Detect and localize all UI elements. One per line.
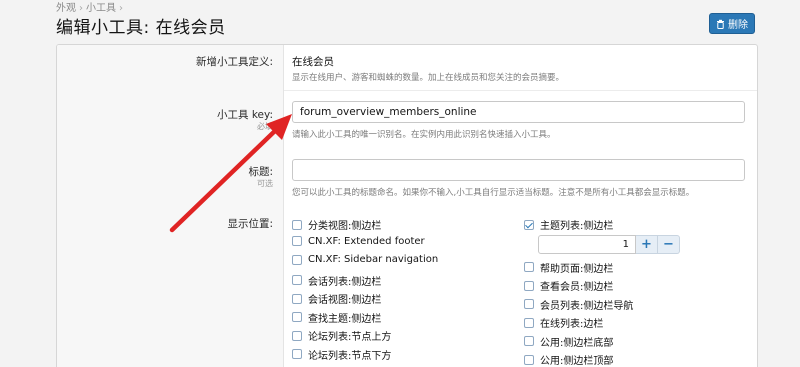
position-option[interactable]: 会话列表:侧边栏 [292, 273, 381, 288]
delete-button-label: 删除 [728, 20, 748, 31]
position-checkbox[interactable] [292, 312, 302, 322]
position-checkbox[interactable] [524, 354, 534, 365]
widget-key-description: 请输入此小工具的唯一识别名。在实例内用此识别名快速插入小工具。 [292, 130, 556, 140]
position-option[interactable]: 在线列表:边栏 [524, 315, 603, 330]
position-option-label: 会员列表:侧边栏导航 [540, 300, 634, 312]
position-option[interactable]: CN.XF: Sidebar navigation [292, 254, 438, 265]
position-checkbox[interactable] [292, 254, 302, 265]
position-checkbox[interactable] [292, 219, 302, 230]
delete-button[interactable]: 删除 [709, 13, 755, 34]
position-option-label: 在线列表:边栏 [540, 319, 604, 330]
position-option[interactable]: 论坛列表:节点下方 [292, 347, 391, 362]
position-option-label: 主题列表:侧边栏 [540, 221, 614, 232]
display-order-stepper: 1 + − [538, 235, 680, 254]
position-option-label: 查找主题:侧边栏 [308, 313, 382, 325]
title-description: 您可以此小工具的标题命名。如果你不输入,小工具自行显示适当标题。注意不是所有小工… [292, 188, 695, 198]
label-column [57, 45, 284, 367]
position-checkbox[interactable] [292, 293, 302, 304]
definition-description: 显示在线用户、游客和蜘蛛的数量。加上在线成员和您关注的会员摘要。 [292, 73, 565, 83]
positions-label: 显示位置: [227, 218, 273, 230]
page-title: 编辑小工具: 在线会员 [56, 18, 226, 38]
position-option[interactable]: 公用:侧边栏底部 [524, 334, 613, 349]
breadcrumb: 外观 › 小工具 › [56, 0, 126, 14]
widget-key-required-hint: 必填 [257, 122, 273, 131]
position-option-label: 会话列表:侧边栏 [308, 276, 382, 288]
divider [284, 90, 757, 91]
position-option[interactable]: 查看会员:侧边栏 [524, 278, 613, 293]
position-option-label: 公用:侧边栏底部 [540, 337, 614, 349]
position-option-label: CN.XF: Extended footer [308, 235, 425, 247]
definition-value: 在线会员 [292, 56, 334, 68]
display-order-input[interactable]: 1 [538, 235, 636, 254]
widget-key-input[interactable]: forum_overview_members_online [292, 101, 745, 123]
position-option[interactable]: 查找主题:侧边栏 [292, 310, 381, 325]
position-option-label: 公用:侧边栏顶部 [540, 356, 614, 367]
title-label: 标题: [248, 166, 273, 178]
position-checkbox[interactable] [292, 349, 302, 359]
position-option[interactable]: 公用:侧边栏顶部 [524, 352, 613, 367]
decrement-button[interactable]: − [658, 235, 680, 254]
position-option[interactable]: 论坛列表:节点上方 [292, 328, 391, 343]
position-option[interactable]: 会话视图:侧边栏 [292, 291, 381, 306]
trash-icon [717, 19, 724, 29]
position-option-label: 查看会员:侧边栏 [540, 282, 614, 293]
position-option-label: 会话视图:侧边栏 [308, 295, 382, 306]
position-checkbox[interactable] [524, 317, 534, 328]
widget-form: 新增小工具定义: 在线会员 显示在线用户、游客和蜘蛛的数量。加上在线成员和您关注… [56, 44, 758, 367]
position-option-label: 帮助页面:侧边栏 [540, 263, 614, 275]
widget-key-label: 小工具 key: [217, 109, 273, 121]
position-option[interactable]: 会员列表:侧边栏导航 [524, 297, 633, 312]
position-checkbox[interactable] [524, 280, 534, 291]
position-option-label: 分类视图:侧边栏 [308, 221, 382, 232]
position-checkbox[interactable] [292, 275, 302, 285]
title-input[interactable] [292, 159, 745, 181]
position-option[interactable]: 主题列表:侧边栏 [524, 217, 613, 232]
definition-label: 新增小工具定义: [195, 56, 273, 68]
position-option-label: 论坛列表:节点下方 [308, 350, 392, 362]
position-option[interactable]: 帮助页面:侧边栏 [524, 260, 613, 275]
position-option[interactable]: 分类视图:侧边栏 [292, 217, 381, 232]
position-option-label: CN.XF: Sidebar navigation [308, 254, 439, 265]
position-checkbox[interactable] [292, 236, 302, 246]
position-option-label: 论坛列表:节点上方 [308, 332, 392, 343]
position-checkbox[interactable] [292, 330, 302, 341]
position-checkbox[interactable] [524, 336, 534, 346]
title-optional-hint: 可选 [257, 179, 273, 188]
position-checkbox[interactable] [524, 262, 534, 272]
position-checkbox[interactable] [524, 299, 534, 309]
position-option[interactable]: CN.XF: Extended footer [292, 236, 425, 247]
position-checkbox[interactable] [524, 219, 534, 230]
increment-button[interactable]: + [636, 235, 658, 254]
